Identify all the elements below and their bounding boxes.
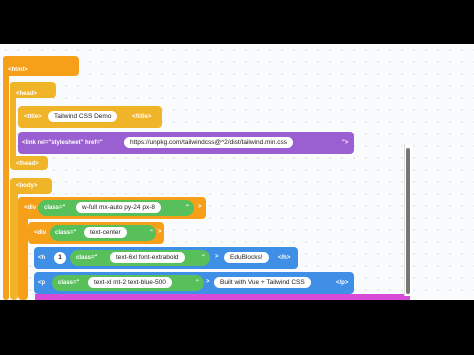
heading-class-close-quote: " bbox=[202, 255, 205, 261]
inner-div-class-close-quote: " bbox=[150, 230, 153, 236]
heading-close-label: </h> bbox=[278, 255, 291, 261]
body-block-arm bbox=[10, 178, 18, 300]
paragraph-class-label: class=" bbox=[58, 280, 80, 286]
inner-div-class-label: class=" bbox=[55, 230, 77, 236]
link-end-label: "> bbox=[342, 140, 349, 146]
paragraph-class-value-field[interactable]: text-xl mt-2 text-blue-500 bbox=[88, 277, 172, 288]
div-open-label: <div bbox=[24, 205, 37, 211]
heading-class-value-field[interactable]: text-6xl font-extrabold bbox=[110, 252, 185, 263]
paragraph-open-label: <p bbox=[38, 280, 46, 286]
div-class-close-quote: " bbox=[186, 205, 189, 211]
title-open-label: <title> bbox=[24, 114, 42, 120]
heading-text-field[interactable]: EduBlocks! bbox=[224, 252, 269, 263]
inner-div-open-label: <div bbox=[34, 230, 47, 236]
link-url-field[interactable]: https://unpkg.com/tailwindcss@^2/dist/ta… bbox=[124, 137, 294, 148]
div-block-arm bbox=[18, 197, 28, 300]
block-workspace[interactable]: <html> <head> <title> Tailwind CSS Demo … bbox=[0, 44, 474, 300]
inner-div-gt-label: > bbox=[158, 229, 162, 235]
vertical-scrollbar-thumb[interactable] bbox=[406, 148, 410, 294]
title-close-label: </title> bbox=[132, 114, 152, 120]
inner-div-class-value-field[interactable]: text-center bbox=[84, 227, 127, 238]
paragraph-class-close-quote: " bbox=[196, 280, 199, 286]
div-class-value-field[interactable]: w-full mx-auto py-24 px-8 bbox=[76, 202, 161, 213]
html-block-arm bbox=[3, 56, 9, 300]
heading-open-label: <h bbox=[38, 255, 46, 261]
paragraph-gt-label: > bbox=[206, 279, 210, 285]
html-open-label: <html> bbox=[8, 67, 28, 73]
body-open-label: <body> bbox=[16, 183, 38, 189]
paragraph-text-field[interactable]: Built with Vue + Tailwind CSS bbox=[214, 277, 311, 288]
head-close-label: </head> bbox=[16, 161, 39, 167]
next-block-edge bbox=[35, 294, 410, 300]
head-open-label: <head> bbox=[16, 91, 38, 97]
div-gt-label: > bbox=[198, 204, 202, 210]
paragraph-close-label: </p> bbox=[336, 280, 349, 286]
title-text-field[interactable]: Tailwind CSS Demo bbox=[48, 111, 118, 122]
heading-level-field[interactable]: 1 bbox=[54, 252, 66, 264]
heading-class-label: class=" bbox=[76, 255, 98, 261]
heading-gt-label: > bbox=[215, 254, 219, 260]
link-tag-label: <link rel="stylesheet" href=" bbox=[22, 140, 103, 146]
div-class-label: class=" bbox=[44, 205, 66, 211]
